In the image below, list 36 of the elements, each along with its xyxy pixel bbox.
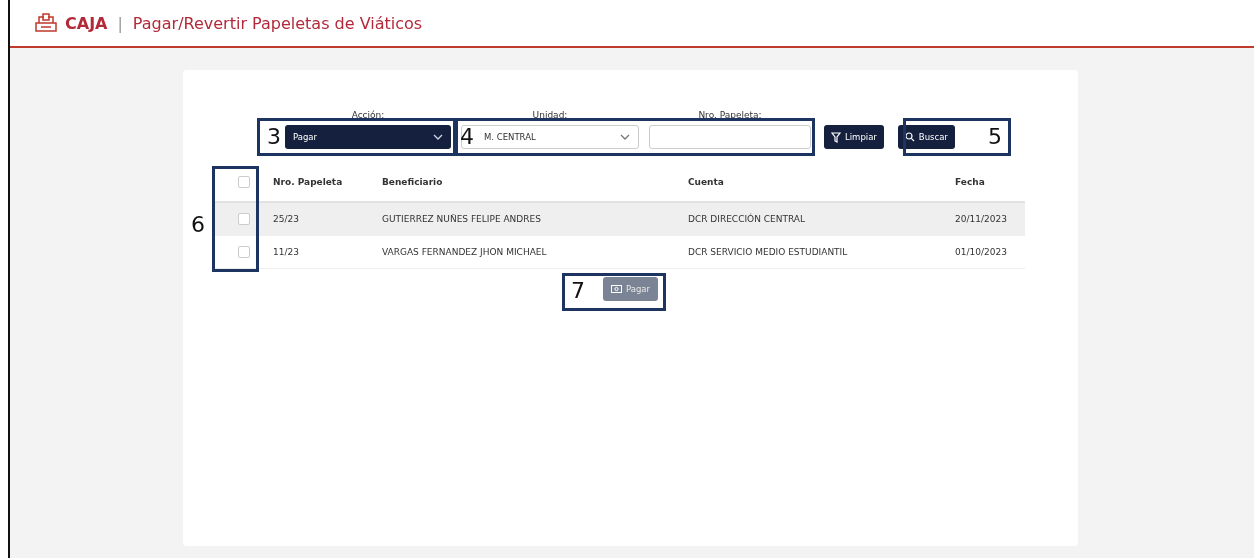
papeleta-input-field[interactable] bbox=[649, 125, 811, 149]
table-cell: 01/10/2023 bbox=[955, 247, 1007, 257]
column-header: Cuenta bbox=[688, 177, 724, 187]
column-header: Nro. Papeleta bbox=[273, 177, 343, 187]
column-header: Beneficiario bbox=[382, 177, 443, 187]
clear-button[interactable]: Limpiar bbox=[824, 125, 884, 149]
callout-number: 3 bbox=[267, 126, 281, 148]
checkbox[interactable] bbox=[237, 246, 250, 258]
field-label: Acción: bbox=[351, 110, 385, 120]
column-header: Fecha bbox=[955, 177, 985, 187]
table-cell: VARGAS FERNANDEZ JHON MICHAEL bbox=[382, 247, 547, 257]
filter-icon bbox=[831, 131, 841, 143]
checkbox[interactable] bbox=[237, 176, 250, 188]
action-dropdown[interactable]: Pagar bbox=[285, 125, 451, 149]
callout-number: 6 bbox=[191, 214, 205, 236]
chevron-icon bbox=[433, 134, 443, 140]
table-cell: DCR DIRECCIÓN CENTRAL bbox=[688, 214, 805, 224]
table-cell: 20/11/2023 bbox=[955, 214, 1007, 224]
table-cell: DCR SERVICIO MEDIO ESTUDIANTIL bbox=[688, 247, 848, 257]
field-label: Unidad: bbox=[532, 110, 568, 120]
callout-number: 4 bbox=[460, 126, 474, 148]
search-icon bbox=[904, 132, 915, 142]
table-cell: 25/23 bbox=[273, 214, 299, 224]
chevron-icon bbox=[620, 134, 630, 140]
module-title: CAJA bbox=[65, 13, 108, 33]
search-button[interactable]: Buscar bbox=[897, 125, 955, 149]
table-cell: 11/23 bbox=[273, 247, 299, 257]
cash-register-icon bbox=[35, 13, 57, 33]
table-cell: GUTIERREZ NUÑES FELIPE ANDRES bbox=[382, 214, 541, 224]
title-separator: | bbox=[117, 13, 123, 33]
page-title: Pagar/Revertir Papeletas de Viáticos bbox=[132, 13, 423, 33]
cash-icon bbox=[610, 285, 622, 293]
checkbox[interactable] bbox=[237, 213, 250, 225]
callout-number: 5 bbox=[988, 126, 1002, 148]
callout-number: 7 bbox=[571, 280, 585, 302]
field-label: Nro. Papeleta: bbox=[698, 110, 762, 120]
